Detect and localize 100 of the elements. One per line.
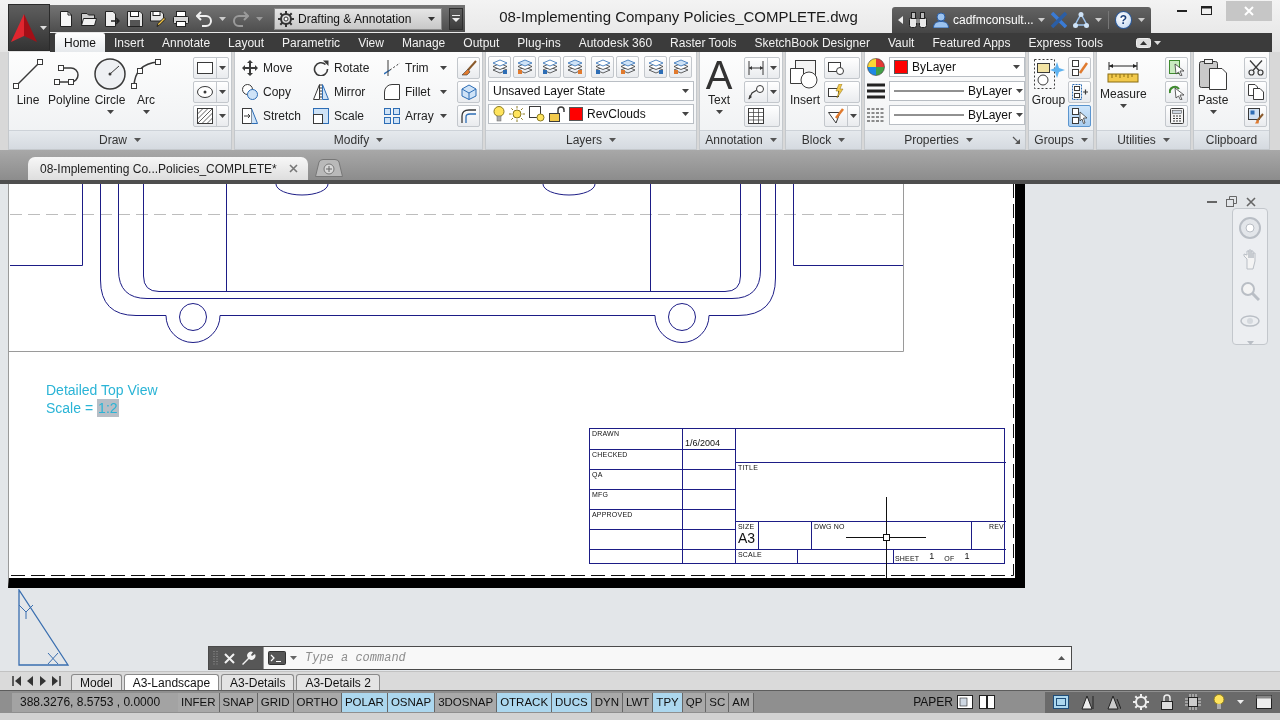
tool-button[interactable] (457, 105, 480, 127)
status-toggle[interactable]: GRID (257, 692, 294, 712)
status-toggle[interactable]: OTRACK (497, 692, 553, 712)
tool-button[interactable] (1165, 105, 1188, 127)
printer-icon[interactable] (173, 10, 189, 27)
tool-button[interactable] (744, 81, 780, 103)
tool-button[interactable]: A Text (702, 56, 736, 116)
network-triangle-icon[interactable] (1072, 12, 1089, 28)
status-toggle[interactable]: ORTHO (293, 692, 342, 712)
drawing-thumbnails-icon[interactable] (979, 695, 995, 709)
lineweight-dropdown[interactable]: ByLayer (889, 81, 1025, 101)
status-toggle[interactable]: 3DOSNAP (435, 692, 498, 712)
ribbon-tab[interactable]: View (349, 33, 393, 52)
ribbon-tab[interactable]: Raster Tools (661, 33, 746, 52)
new-tab-icon[interactable] (314, 159, 343, 177)
wrench-icon[interactable] (241, 650, 256, 666)
tool-button[interactable] (1068, 105, 1091, 127)
sheet-tab[interactable]: A3-Details (221, 674, 295, 690)
tool-button[interactable] (488, 56, 511, 78)
floppy-pencil-icon[interactable] (150, 10, 166, 27)
panel-title[interactable]: Layers (486, 131, 696, 149)
minimize-icon[interactable] (1177, 9, 1187, 12)
tool-button[interactable]: Arc (129, 56, 164, 116)
tool-button[interactable]: Group (1031, 56, 1066, 109)
prompt-icon[interactable] (268, 651, 286, 665)
status-toggle[interactable]: DYN (591, 692, 623, 712)
tool-button[interactable]: Measure (1099, 56, 1148, 110)
caret-icon[interactable] (1237, 700, 1244, 704)
sheet-tab[interactable]: A3-Details 2 (296, 674, 380, 690)
tool-button[interactable] (1165, 57, 1188, 79)
panel-title[interactable]: Block (786, 131, 861, 149)
ribbon-tab[interactable]: Vault (878, 33, 924, 52)
tool-button[interactable]: Copy (240, 81, 310, 103)
sheet-tab[interactable]: A3-Landscape (123, 674, 220, 690)
open-folder-icon[interactable] (81, 10, 97, 27)
close-icon[interactable] (288, 164, 298, 173)
status-toggle[interactable]: INFER (178, 692, 220, 712)
previous-icon[interactable] (25, 676, 35, 686)
ribbon-tab[interactable]: Insert (105, 33, 154, 52)
status-toggle[interactable]: LWT (622, 692, 654, 712)
layout-thumbnails-icon[interactable] (957, 695, 973, 709)
tool-button[interactable]: Paste (1196, 56, 1230, 116)
last-page-icon[interactable] (51, 676, 61, 686)
tool-button[interactable] (824, 57, 860, 79)
caret-icon[interactable] (1138, 18, 1145, 22)
close-icon[interactable] (1246, 196, 1256, 207)
tool-button[interactable]: Array (382, 105, 449, 127)
tool-button[interactable] (1068, 57, 1091, 79)
ribbon-tab[interactable]: Home (55, 33, 105, 52)
tool-button[interactable] (193, 105, 229, 127)
panel-title[interactable]: Utilities (1097, 131, 1190, 149)
tool-button[interactable] (591, 56, 614, 78)
tool-button[interactable]: Line (11, 56, 45, 109)
tool-button[interactable]: Move (240, 57, 310, 79)
caret-icon[interactable] (1094, 18, 1102, 22)
document-arrow-icon[interactable] (104, 10, 120, 27)
ribbon-tab[interactable]: Layout (219, 33, 274, 52)
annotation-triangle-icon[interactable] (1107, 694, 1121, 710)
ribbon-tab[interactable]: Annotate (153, 33, 220, 52)
caret-icon[interactable] (290, 656, 297, 660)
next-icon[interactable] (38, 676, 48, 686)
tool-button[interactable] (824, 81, 860, 103)
tool-button[interactable]: Insert (788, 56, 822, 109)
tool-button[interactable]: Rotate (311, 57, 381, 79)
chip-icon[interactable] (1185, 694, 1201, 710)
tool-button[interactable] (457, 57, 480, 79)
panel-title[interactable]: Draw (9, 131, 231, 149)
new-file-icon[interactable] (58, 10, 74, 27)
tool-button[interactable]: Fillet (382, 81, 449, 103)
customize-button[interactable] (448, 7, 463, 30)
panel-title[interactable]: Groups (1029, 131, 1093, 149)
panel-title[interactable]: Clipboard (1194, 131, 1269, 149)
linetype-dropdown[interactable]: ByLayer (889, 105, 1025, 125)
first-page-icon[interactable] (12, 676, 22, 686)
launcher-arrow-icon[interactable] (1012, 136, 1020, 144)
undo-arrow-icon[interactable] (196, 10, 212, 27)
application-button[interactable] (8, 4, 50, 51)
ribbon-tab[interactable]: Autodesk 360 (569, 33, 662, 52)
tool-button[interactable] (193, 57, 229, 79)
tool-button[interactable] (1244, 105, 1267, 127)
tool-button[interactable] (563, 56, 586, 78)
sheet-tab[interactable]: Model (71, 674, 122, 690)
panel-title[interactable]: Modify (235, 131, 482, 149)
tool-button[interactable]: Mirror (311, 81, 381, 103)
status-toggle[interactable]: DUCS (552, 692, 592, 712)
tool-button[interactable] (644, 56, 667, 78)
caret-icon[interactable] (219, 16, 226, 21)
binoculars-icon[interactable] (909, 12, 927, 28)
viewport-frame-icon[interactable] (1053, 695, 1069, 709)
layer-state-dropdown[interactable]: Unsaved Layer State (488, 81, 694, 101)
ribbon-tab[interactable]: Plug-ins (508, 33, 570, 52)
tool-button[interactable] (824, 105, 860, 127)
help-button[interactable]: ? (1114, 11, 1132, 29)
status-toggle[interactable]: POLAR (341, 692, 388, 712)
padlock-icon[interactable] (1161, 694, 1173, 710)
annotation-triangle-icon[interactable] (1081, 694, 1095, 710)
workspace-dropdown[interactable]: Drafting & Annotation (274, 7, 442, 30)
gear-icon[interactable] (1133, 694, 1149, 710)
restore-icon[interactable] (1226, 196, 1237, 207)
ribbon-tab[interactable]: Manage (392, 33, 455, 52)
